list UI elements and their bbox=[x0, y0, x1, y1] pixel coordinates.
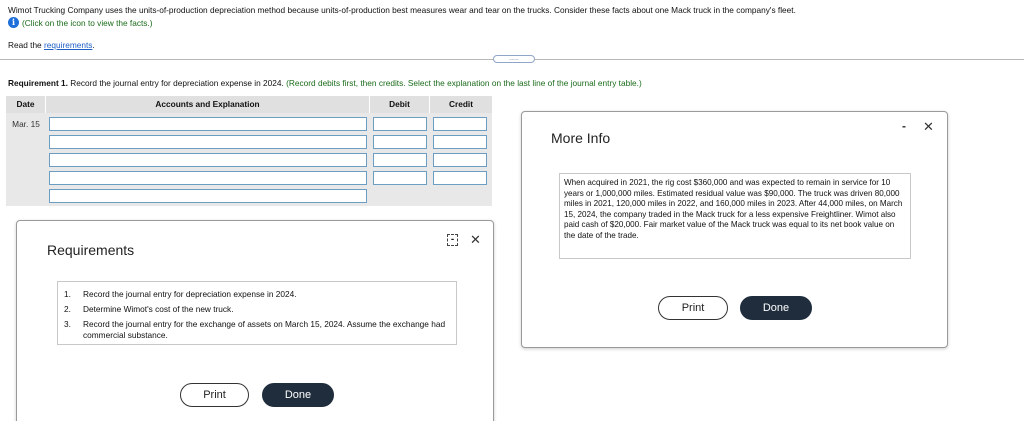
list-item: 3. Record the journal entry for the exch… bbox=[64, 319, 450, 341]
close-icon[interactable]: ✕ bbox=[470, 232, 481, 248]
divider-handle[interactable]: ..... bbox=[493, 55, 535, 63]
problem-intro: Wimot Trucking Company uses the units-of… bbox=[8, 5, 796, 15]
list-item: 2. Determine Wimot's cost of the new tru… bbox=[64, 304, 450, 315]
requirements-title: Requirements bbox=[47, 242, 135, 258]
account-input-3[interactable] bbox=[49, 153, 367, 167]
requirement-1-hint: (Record debits first, then credits. Sele… bbox=[286, 78, 642, 88]
facts-hint-row: i (Click on the icon to view the facts.) bbox=[8, 17, 153, 28]
account-input-2[interactable] bbox=[49, 135, 367, 149]
requirements-dialog: Requirements - ✕ 1. Record the journal e… bbox=[16, 220, 494, 421]
more-info-dialog: More Info - ✕ When acquired in 2021, the… bbox=[521, 111, 948, 348]
truck-facts-text: When acquired in 2021, the rig cost $360… bbox=[559, 173, 911, 259]
item-number: 3. bbox=[64, 319, 71, 329]
minimize-icon[interactable]: - bbox=[447, 234, 458, 246]
explanation-input[interactable] bbox=[49, 189, 367, 203]
minimize-icon[interactable]: - bbox=[902, 119, 906, 133]
read-requirements-row: Read the requirements. bbox=[8, 40, 95, 50]
info-icon[interactable]: i bbox=[8, 17, 19, 28]
header-debit: Debit bbox=[370, 96, 430, 113]
close-icon[interactable]: ✕ bbox=[923, 119, 934, 135]
requirement-1-text: Record the journal entry for depreciatio… bbox=[70, 78, 284, 88]
item-text: Record the journal entry for depreciatio… bbox=[83, 289, 297, 299]
journal-date: Mar. 15 bbox=[12, 119, 40, 129]
account-input-4[interactable] bbox=[49, 171, 367, 185]
item-number: 2. bbox=[64, 304, 71, 314]
list-item: 1. Record the journal entry for deprecia… bbox=[64, 289, 450, 300]
requirements-list: 1. Record the journal entry for deprecia… bbox=[57, 281, 457, 345]
debit-input-4[interactable] bbox=[373, 171, 427, 185]
account-input-1[interactable] bbox=[49, 117, 367, 131]
debit-input-2[interactable] bbox=[373, 135, 427, 149]
credit-input-2[interactable] bbox=[433, 135, 487, 149]
item-text: Record the journal entry for the exchang… bbox=[83, 319, 446, 340]
more-info-title: More Info bbox=[551, 130, 611, 146]
item-number: 1. bbox=[64, 289, 71, 299]
requirement-1-instruction: Requirement 1. Record the journal entry … bbox=[8, 78, 642, 88]
done-button[interactable]: Done bbox=[740, 296, 812, 320]
debit-input-1[interactable] bbox=[373, 117, 427, 131]
read-prefix: Read the bbox=[8, 40, 42, 50]
item-text: Determine Wimot's cost of the new truck. bbox=[83, 304, 234, 314]
requirements-link[interactable]: requirements bbox=[44, 40, 92, 50]
debit-input-3[interactable] bbox=[373, 153, 427, 167]
header-accounts: Accounts and Explanation bbox=[46, 96, 370, 113]
read-suffix: . bbox=[92, 40, 95, 50]
done-button[interactable]: Done bbox=[262, 383, 334, 407]
credit-input-4[interactable] bbox=[433, 171, 487, 185]
journal-entry-table: Date Accounts and Explanation Debit Cred… bbox=[6, 96, 492, 206]
credit-input-3[interactable] bbox=[433, 153, 487, 167]
credit-input-1[interactable] bbox=[433, 117, 487, 131]
header-credit: Credit bbox=[430, 96, 492, 113]
requirement-1-label: Requirement 1. bbox=[8, 78, 68, 88]
header-date: Date bbox=[6, 96, 46, 113]
print-button[interactable]: Print bbox=[658, 296, 728, 320]
print-button[interactable]: Print bbox=[180, 383, 249, 407]
facts-hint-text: (Click on the icon to view the facts.) bbox=[22, 17, 153, 28]
